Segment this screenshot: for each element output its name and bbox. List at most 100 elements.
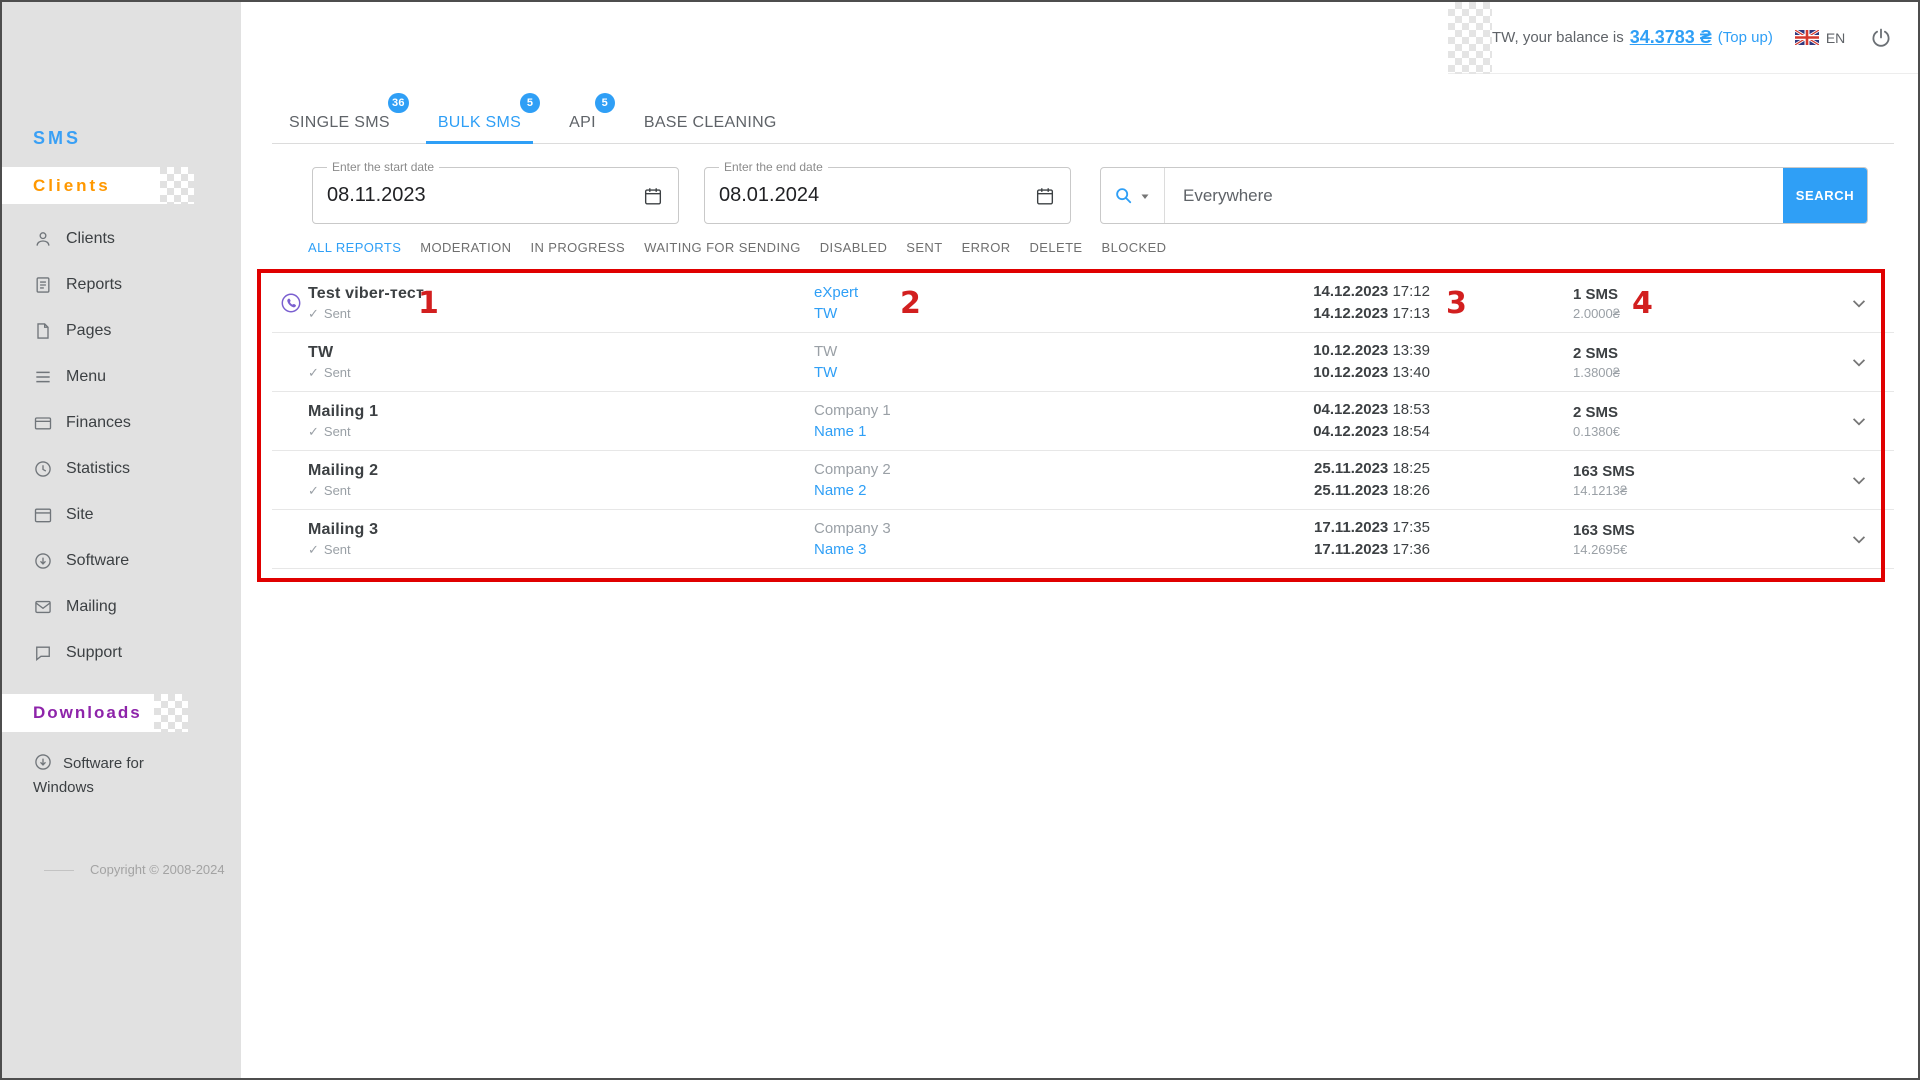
status-tab-in-progress[interactable]: IN PROGRESS [530, 240, 625, 255]
report-title-cell: Mailing 2 ✓ Sent [308, 462, 814, 499]
search-scope-dropdown[interactable] [1101, 168, 1165, 223]
report-end-date: 14.12.2023 [1313, 305, 1388, 322]
report-sms-count: 2 SMS [1573, 404, 1723, 421]
report-sender-link[interactable]: TW [814, 305, 1234, 322]
report-row[interactable]: Mailing 2 ✓ Sent Company 2 Name 2 25.11.… [272, 451, 1894, 510]
copyright: Copyright © 2008-2024 [90, 862, 225, 877]
tab-label: API [569, 114, 596, 132]
report-title-cell: Test viber-тест ✓ Sent [308, 285, 814, 322]
expand-chevron-icon[interactable] [1846, 290, 1872, 316]
status-tab-sent[interactable]: SENT [906, 240, 942, 255]
report-dates-cell: 14.12.2023 17:12 14.12.2023 17:13 [1234, 281, 1430, 326]
sidebar-item-mailing[interactable]: Mailing [2, 584, 241, 630]
dither-decoration [1448, 2, 1492, 74]
report-dates-cell: 04.12.2023 18:53 04.12.2023 18:54 [1234, 399, 1430, 444]
status-tab-error[interactable]: ERROR [962, 240, 1011, 255]
report-sms-count: 163 SMS [1573, 522, 1723, 539]
report-sender-link[interactable]: Name 1 [814, 423, 1234, 440]
report-status-line: ✓ Sent [308, 306, 814, 322]
report-start-time: 13:39 [1392, 342, 1430, 359]
report-sms-count: 1 SMS [1573, 286, 1723, 303]
sidebar-item-clients[interactable]: Clients [2, 216, 241, 262]
report-cost: 14.2695€ [1573, 542, 1723, 557]
sidebar-item-statistics[interactable]: Statistics [2, 446, 241, 492]
sidebar-section-clients[interactable]: Clients [2, 167, 160, 204]
tab-bulk-sms[interactable]: BULK SMS 5 [436, 102, 523, 143]
sidebar-section-sms[interactable]: SMS [33, 128, 81, 149]
calendar-icon[interactable] [1034, 185, 1056, 207]
app-window: SMS Clients Clients Reports Pag [0, 0, 1920, 1080]
topbar-balance-widget: TW, your balance is 34.3783 ₴ (Top up) E… [1448, 2, 1918, 74]
calendar-icon[interactable] [642, 185, 664, 207]
search-input[interactable] [1165, 168, 1783, 223]
language-label: EN [1826, 30, 1845, 46]
tab-base-cleaning[interactable]: BASE CLEANING [642, 102, 779, 143]
report-title: Mailing 3 [308, 521, 814, 539]
report-sender-link[interactable]: Name 2 [814, 482, 1234, 499]
balance-amount-link[interactable]: 34.3783 ₴ [1630, 27, 1712, 48]
sidebar-item-site[interactable]: Site [2, 492, 241, 538]
language-selector[interactable]: EN [1795, 30, 1845, 46]
end-date-field[interactable]: Enter the end date 08.01.2024 [704, 167, 1071, 224]
search-button[interactable]: SEARCH [1783, 168, 1867, 223]
tab-badge: 5 [595, 93, 615, 113]
report-row[interactable]: Mailing 1 ✓ Sent Company 1 Name 1 04.12.… [272, 392, 1894, 451]
report-cost: 14.1213₴ [1573, 483, 1723, 498]
end-date-value: 08.01.2024 [719, 184, 819, 207]
report-dates-cell: 17.11.2023 17:35 17.11.2023 17:36 [1234, 517, 1430, 562]
sidebar-section-downloads[interactable]: Downloads [2, 694, 154, 732]
report-row[interactable]: TW ✓ Sent TW TW 10.12.2023 13:39 10.12.2… [272, 333, 1894, 392]
sent-check-icon: ✓ [308, 306, 319, 322]
sidebar-item-label: Mailing [66, 598, 117, 616]
sidebar-section-clients-label: Clients [33, 176, 111, 196]
expand-chevron-icon[interactable] [1846, 408, 1872, 434]
sidebar-item-label: Reports [66, 276, 122, 294]
expand-chevron-icon[interactable] [1846, 349, 1872, 375]
main-content: TW, your balance is 34.3783 ₴ (Top up) E… [241, 2, 1918, 1078]
support-chat-icon [33, 643, 53, 663]
report-row[interactable]: Test viber-тест ✓ Sent eXpert TW 14.12.2… [272, 274, 1894, 333]
report-cost: 2.0000₴ [1573, 306, 1723, 321]
sidebar-item-support[interactable]: Support [2, 630, 241, 676]
report-cost: 1.3800₴ [1573, 365, 1723, 380]
topup-link[interactable]: (Top up) [1718, 29, 1773, 46]
tab-api[interactable]: API 5 [567, 102, 598, 143]
sidebar-item-label: Support [66, 644, 122, 662]
report-row[interactable]: Mailing 3 ✓ Sent Company 3 Name 3 17.11.… [272, 510, 1894, 569]
report-sender-link[interactable]: TW [814, 364, 1234, 381]
balance-prefix: TW, your balance is [1492, 29, 1624, 46]
sidebar-item-pages[interactable]: Pages [2, 308, 241, 354]
status-tab-disabled[interactable]: DISABLED [820, 240, 888, 255]
sent-check-icon: ✓ [308, 424, 319, 440]
report-end-date: 17.11.2023 [1314, 541, 1388, 558]
report-sender-name: Company 1 [814, 402, 1234, 419]
status-tab-moderation[interactable]: MODERATION [420, 240, 511, 255]
report-start-time: 18:53 [1392, 401, 1430, 418]
expand-chevron-icon[interactable] [1846, 467, 1872, 493]
sidebar-item-reports[interactable]: Reports [2, 262, 241, 308]
tab-single-sms[interactable]: SINGLE SMS 36 [287, 102, 392, 143]
report-sender-name[interactable]: eXpert [814, 284, 1234, 301]
report-sender-cell: eXpert TW [814, 284, 1234, 322]
logout-power-icon[interactable] [1869, 26, 1893, 50]
sidebar-item-finances[interactable]: Finances [2, 400, 241, 446]
report-sender-name: TW [814, 343, 1234, 360]
report-sender-link[interactable]: Name 3 [814, 541, 1234, 558]
sidebar-item-menu[interactable]: Menu [2, 354, 241, 400]
sidebar-item-label: Software [66, 552, 129, 570]
report-sender-name: Company 3 [814, 520, 1234, 537]
status-tab-blocked[interactable]: BLOCKED [1102, 240, 1167, 255]
tab-badge: 36 [388, 93, 409, 113]
sidebar-item-software[interactable]: Software [2, 538, 241, 584]
report-status: Sent [324, 542, 351, 557]
status-tab-all-reports[interactable]: ALL REPORTS [308, 240, 401, 255]
expand-chevron-icon[interactable] [1846, 526, 1872, 552]
end-date-label: Enter the end date [719, 160, 828, 174]
status-tab-waiting-for-sending[interactable]: WAITING FOR SENDING [644, 240, 801, 255]
status-tab-delete[interactable]: DELETE [1030, 240, 1083, 255]
start-date-field[interactable]: Enter the start date 08.11.2023 [312, 167, 679, 224]
reports-icon [33, 275, 53, 295]
report-status: Sent [324, 365, 351, 380]
sidebar-item-software-for-windows[interactable]: Software for Windows [33, 752, 188, 800]
report-end-time: 17:36 [1392, 541, 1430, 558]
